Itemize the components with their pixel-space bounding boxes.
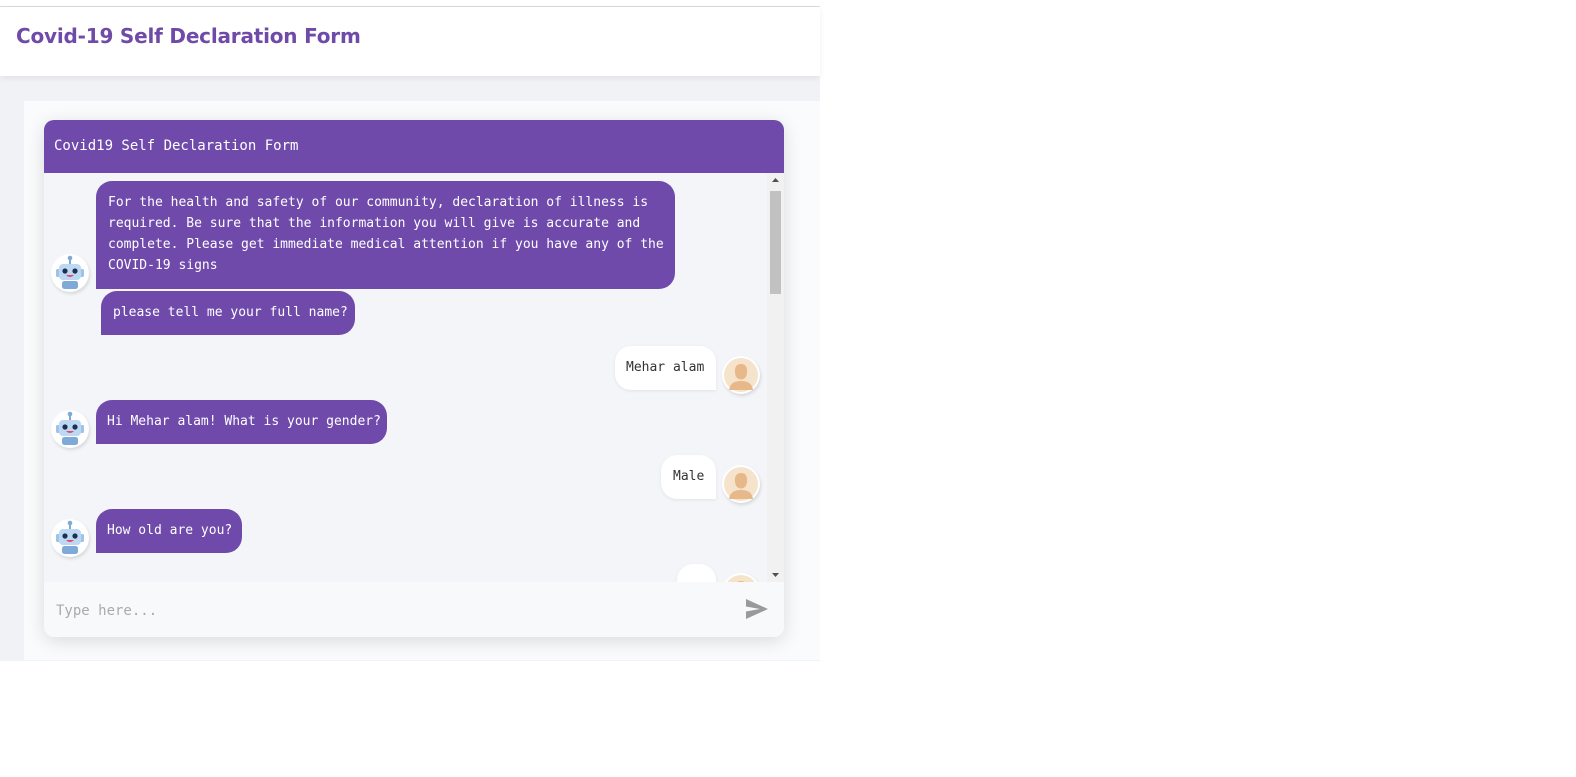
- chatbot-window: Covid19 Self Declaration Form For the he…: [44, 120, 784, 637]
- user-message: Mehar alam: [615, 346, 716, 390]
- user-message-partial: [677, 564, 716, 582]
- message-line: For the health and safety of our communi…: [108, 195, 649, 210]
- robot-icon: [51, 410, 89, 448]
- chat-input[interactable]: [54, 596, 718, 626]
- top-bar: Covid-19 Self Declaration Form: [0, 7, 820, 76]
- robot-icon: [51, 519, 89, 557]
- message-list: For the health and safety of our communi…: [44, 173, 767, 582]
- bot-message: Hi Mehar alam! What is your gender?: [96, 400, 387, 444]
- user-message: Male: [661, 455, 716, 499]
- message-scrollbar[interactable]: [767, 173, 784, 582]
- message-text: please tell me your full name?: [113, 305, 348, 320]
- message-text: Hi Mehar alam! What is your gender?: [107, 414, 381, 429]
- chat-header-title: Covid19 Self Declaration Form: [44, 120, 784, 173]
- message-line: complete. Please get immediate medical a…: [108, 237, 664, 252]
- message-text: Male: [673, 469, 705, 484]
- message-text: How old are you?: [107, 523, 233, 538]
- message-line: required. Be sure that the information y…: [108, 216, 641, 231]
- user-avatar-icon: [722, 465, 760, 503]
- user-avatar-icon: [722, 356, 760, 394]
- bot-message: For the health and safety of our communi…: [96, 181, 675, 289]
- robot-icon: [51, 254, 89, 292]
- scroll-down-arrow-icon[interactable]: [767, 567, 784, 582]
- bot-message: please tell me your full name?: [101, 291, 355, 335]
- page-title: Covid-19 Self Declaration Form: [16, 24, 361, 48]
- message-line: COVID-19 signs: [108, 258, 218, 273]
- scrollbar-thumb[interactable]: [770, 191, 781, 294]
- send-icon[interactable]: [744, 597, 772, 623]
- bot-message: How old are you?: [96, 509, 242, 553]
- scroll-up-arrow-icon[interactable]: [767, 173, 784, 188]
- message-text: Mehar alam: [626, 360, 705, 375]
- chat-input-bar: [44, 582, 784, 637]
- user-avatar-icon: [722, 573, 760, 582]
